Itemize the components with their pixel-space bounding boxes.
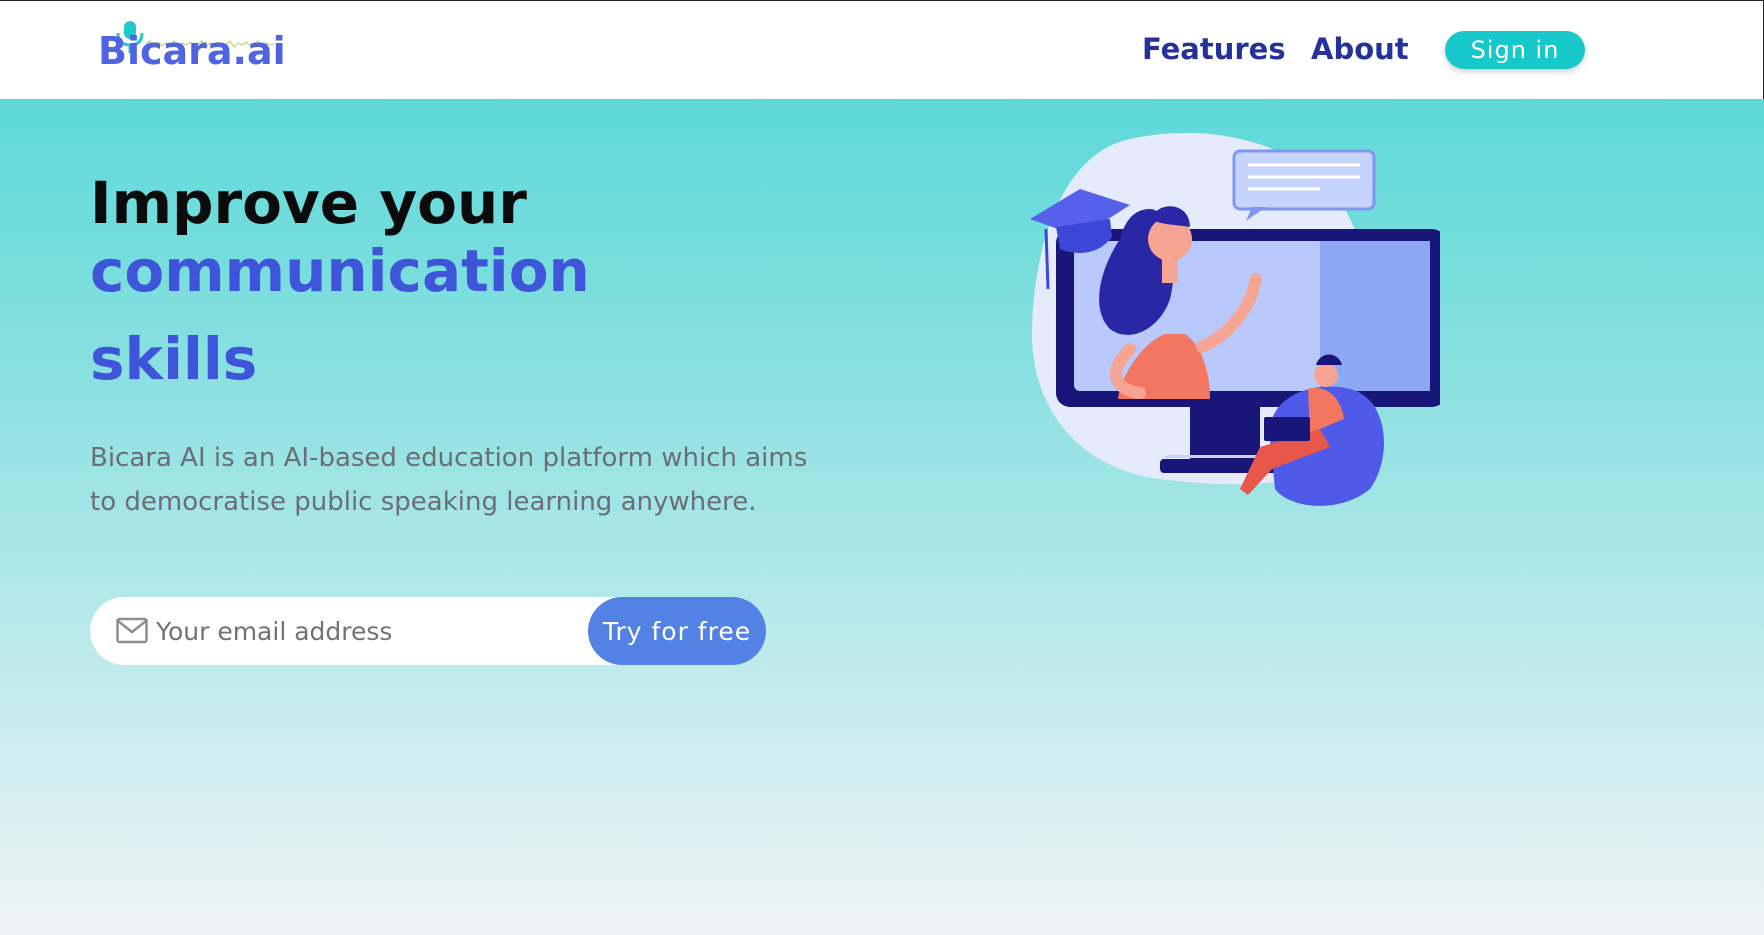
hero-headline: Improve your communication skills xyxy=(90,169,790,393)
sign-in-button[interactable]: Sign in xyxy=(1445,31,1585,69)
logo[interactable]: Bicara.ai xyxy=(90,19,286,79)
landing-page: Bicara.ai Features About Sign in Improve… xyxy=(0,0,1764,935)
hero-section: Improve your communication skills Bicara… xyxy=(0,99,1764,935)
logo-text: Bicara.ai xyxy=(98,29,286,73)
nav-link-features[interactable]: Features xyxy=(1142,32,1286,66)
email-input[interactable] xyxy=(156,607,656,655)
hero-description: Bicara AI is an AI-based education platf… xyxy=(90,443,808,517)
top-navbar: Bicara.ai Features About Sign in xyxy=(0,0,1764,99)
email-signup-form: Try for free xyxy=(90,597,766,665)
mail-icon xyxy=(116,617,148,644)
headline-line-2: communication xyxy=(90,237,590,305)
headline-line-3: skills xyxy=(90,325,258,393)
nav-link-about[interactable]: About xyxy=(1311,32,1409,66)
hero-illustration xyxy=(1030,132,1440,506)
try-for-free-button[interactable]: Try for free xyxy=(588,597,766,665)
headline-line-1: Improve your xyxy=(90,169,527,237)
